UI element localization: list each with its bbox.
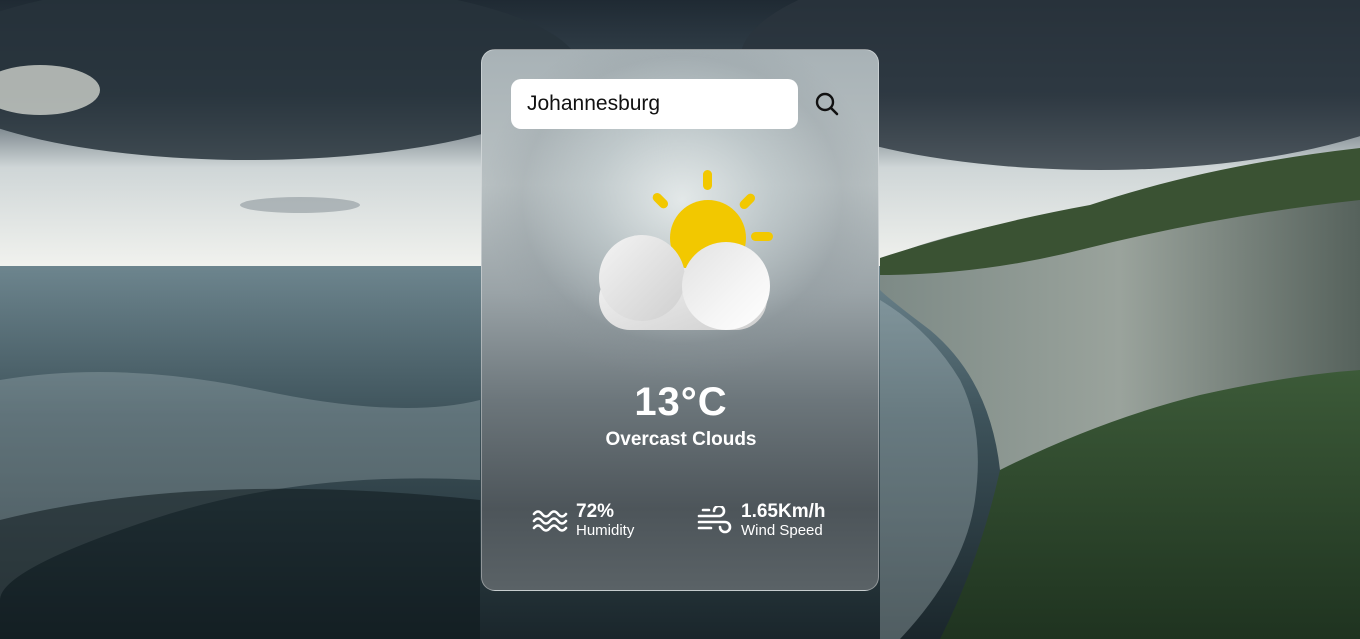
- humidity-stat: 72% Humidity: [532, 502, 634, 540]
- search-box: [511, 79, 798, 129]
- wind-speed-label: Wind Speed: [741, 522, 823, 539]
- humidity-value: 72%: [576, 501, 615, 522]
- wind-icon: [697, 506, 732, 534]
- waves-icon: [532, 510, 568, 532]
- partly-cloudy-icon: [594, 168, 784, 343]
- weather-description: Overcast Clouds: [605, 429, 757, 450]
- search-input[interactable]: [527, 92, 787, 116]
- search-icon: [815, 92, 839, 116]
- humidity-label: Humidity: [576, 522, 635, 539]
- temperature: 13°C: [634, 380, 728, 424]
- weather-card: 13°C Overcast Clouds 72% Humidity 1.65Km…: [481, 49, 879, 591]
- wind-speed-value: 1.65Km/h: [741, 501, 826, 522]
- wind-stat: 1.65Km/h Wind Speed: [697, 502, 825, 540]
- search-button[interactable]: [812, 89, 842, 119]
